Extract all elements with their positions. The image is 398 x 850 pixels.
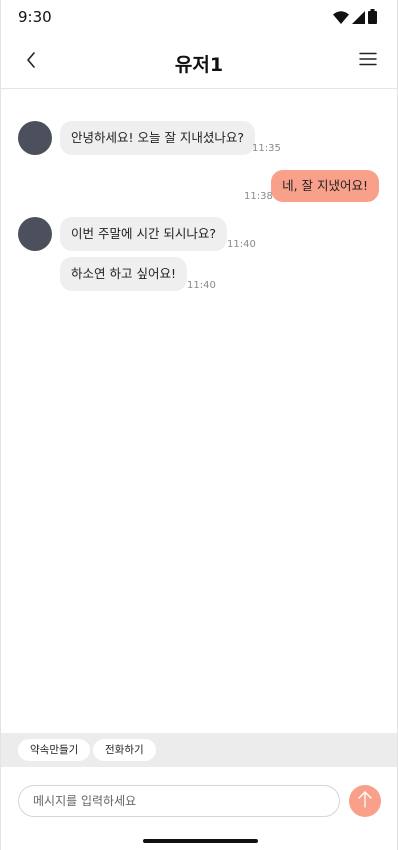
message-time: 11:35 [252,143,281,154]
message-bubble-incoming[interactable]: 하소연 하고 싶어요! [60,257,187,291]
status-bar: 9:30 [1,0,397,34]
message-time: 11:38 [244,191,273,202]
avatar[interactable] [18,121,52,155]
battery-icon [368,9,377,28]
send-button[interactable] [349,785,381,817]
chat-header: 유저1 [1,34,397,89]
call-button[interactable]: 전화하기 [93,739,156,761]
message-list[interactable]: 안녕하세요! 오늘 잘 지내셨나요? 11:35 11:38 네, 잘 지냈어요… [1,89,397,733]
message-bubble-incoming[interactable]: 안녕하세요! 오늘 잘 지내셨나요? [60,121,256,155]
hamburger-menu-icon [359,51,377,70]
quick-action-bar: 약속만들기 전화하기 [1,733,397,767]
home-indicator[interactable] [143,839,258,843]
menu-button[interactable] [359,51,379,71]
avatar[interactable] [18,217,52,251]
composer [1,767,397,835]
message-time: 11:40 [227,239,256,250]
signal-icon [352,9,365,28]
message-bubble-incoming[interactable]: 이번 주말에 시간 되시나요? [60,217,228,251]
make-appointment-button[interactable]: 약속만들기 [18,739,91,761]
message-input[interactable] [18,785,340,817]
status-time: 9:30 [18,8,52,26]
status-icons [333,9,377,28]
message-time: 11:40 [187,280,216,291]
arrow-up-icon [357,790,373,812]
chat-title: 유저1 [174,54,224,76]
wifi-icon [333,9,349,28]
message-bubble-outgoing[interactable]: 네, 잘 지냈어요! [271,170,379,202]
